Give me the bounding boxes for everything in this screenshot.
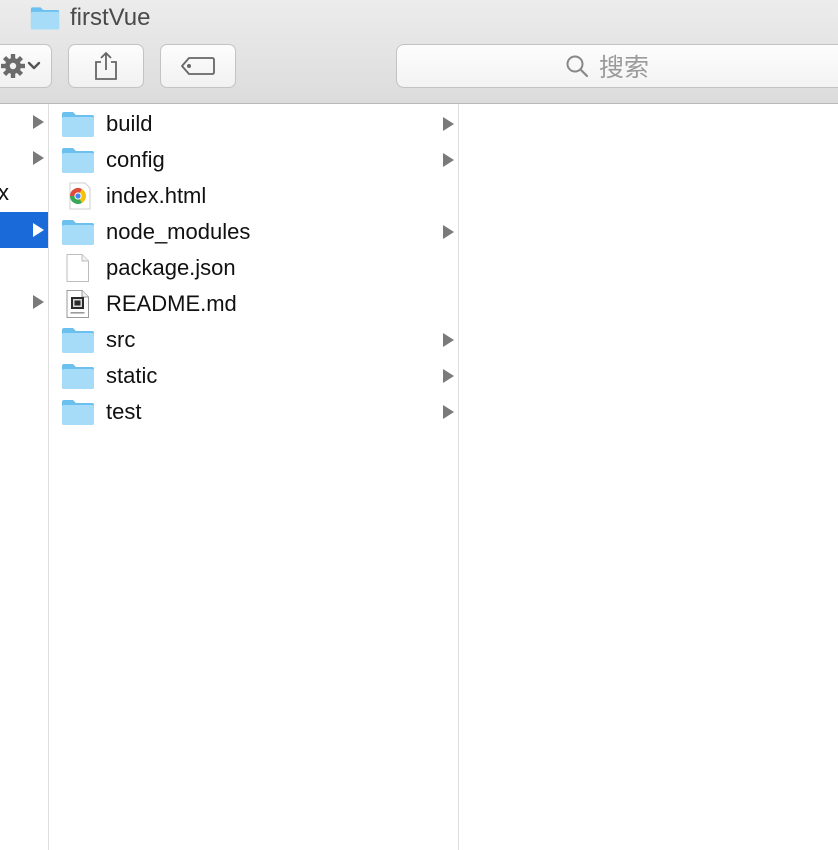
- tag-icon: [181, 57, 215, 75]
- share-button[interactable]: [68, 44, 144, 88]
- file-name: src: [106, 327, 136, 352]
- tag-button[interactable]: [160, 44, 236, 88]
- search-field[interactable]: 搜索: [396, 44, 838, 88]
- chrome-html-icon: [69, 182, 91, 210]
- file-row-config[interactable]: config: [49, 142, 458, 178]
- search-icon: [566, 55, 589, 78]
- file-row-readme-md[interactable]: README.md: [49, 286, 458, 322]
- folder-icon: [62, 364, 94, 389]
- parent-column-row-label: x: [0, 180, 9, 205]
- file-row-index-html[interactable]: index.html: [49, 178, 458, 214]
- parent-column-row[interactable]: [0, 140, 48, 176]
- file-name: index.html: [106, 183, 207, 208]
- file-row-src[interactable]: src: [49, 322, 458, 358]
- parent-column-row-selected[interactable]: [0, 212, 48, 248]
- share-icon: [95, 52, 117, 80]
- file-row-node-modules[interactable]: node_modules: [49, 214, 458, 250]
- folder-icon: [62, 328, 94, 353]
- folder-icon: [62, 112, 94, 137]
- disclosure-arrow-icon: [443, 153, 454, 167]
- gear-icon: [1, 54, 41, 78]
- search-placeholder: 搜索: [599, 53, 650, 82]
- disclosure-arrow-icon: [443, 117, 454, 131]
- file-name: test: [106, 399, 142, 424]
- action-menu-button[interactable]: [0, 44, 52, 88]
- parent-column-row[interactable]: [0, 248, 48, 284]
- folder-icon: [30, 7, 60, 30]
- parent-column: x: [0, 104, 49, 850]
- file-name: README.md: [106, 291, 237, 316]
- file-row-test[interactable]: test: [49, 394, 458, 430]
- folder-icon: [62, 148, 94, 173]
- file-row-package-json[interactable]: package.json: [49, 250, 458, 286]
- file-row-static[interactable]: static: [49, 358, 458, 394]
- folder-icon: [62, 220, 94, 245]
- toolbar: firstVue 搜索: [0, 0, 838, 104]
- folder-icon: [62, 400, 94, 425]
- file-name: package.json: [106, 255, 236, 280]
- finder-window: firstVue 搜索 x build config index.html no…: [0, 0, 838, 850]
- disclosure-arrow-icon: [443, 369, 454, 383]
- markdown-document-icon: [66, 290, 89, 318]
- preview-column: [459, 104, 838, 850]
- parent-column-row[interactable]: x: [0, 176, 48, 212]
- window-title: firstVue: [30, 2, 150, 34]
- disclosure-arrow-icon: [33, 295, 44, 309]
- chevron-down-icon: [27, 61, 41, 70]
- file-name: node_modules: [106, 219, 251, 244]
- file-name: static: [106, 363, 158, 388]
- blank-document-icon: [66, 254, 89, 282]
- file-name: build: [106, 111, 153, 136]
- parent-column-row[interactable]: [0, 104, 48, 140]
- disclosure-arrow-icon: [443, 405, 454, 419]
- file-list-column: build config index.html node_modules pac…: [49, 104, 459, 850]
- parent-column-row[interactable]: [0, 284, 48, 320]
- disclosure-arrow-icon: [33, 223, 44, 237]
- disclosure-arrow-icon: [443, 333, 454, 347]
- file-row-build[interactable]: build: [49, 106, 458, 142]
- window-title-label: firstVue: [70, 4, 151, 31]
- disclosure-arrow-icon: [33, 151, 44, 165]
- disclosure-arrow-icon: [33, 115, 44, 129]
- disclosure-arrow-icon: [443, 225, 454, 239]
- file-name: config: [106, 147, 165, 172]
